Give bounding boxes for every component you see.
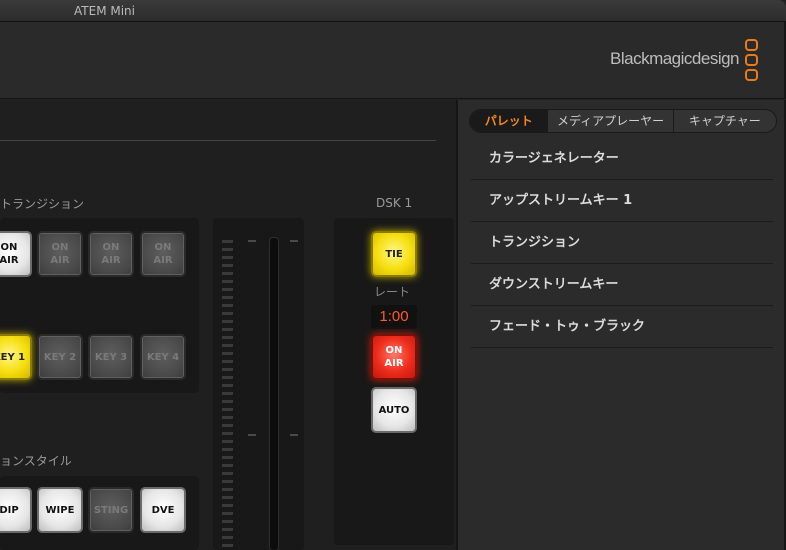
transition-led bbox=[222, 328, 233, 331]
transition-led bbox=[222, 360, 233, 363]
app-header: Blackmagicdesign bbox=[0, 22, 786, 99]
on-air-button-4[interactable]: ON AIR bbox=[140, 231, 186, 277]
transition-led bbox=[222, 264, 233, 267]
transition-led bbox=[222, 432, 233, 435]
palette-item-transition[interactable]: トランジション bbox=[471, 222, 773, 264]
transition-led bbox=[222, 312, 233, 315]
transition-led bbox=[222, 296, 233, 299]
key-4-button[interactable]: KEY 4 bbox=[140, 334, 186, 380]
key-3-button[interactable]: KEY 3 bbox=[88, 334, 134, 380]
palette-item-downstream-key[interactable]: ダウンストリームキー bbox=[471, 264, 773, 306]
transition-led bbox=[222, 416, 233, 419]
transition-led bbox=[222, 472, 233, 475]
transition-led bbox=[222, 304, 233, 307]
transition-led bbox=[222, 480, 233, 483]
palette-item-color-generator[interactable]: カラージェネレーター bbox=[471, 138, 773, 180]
key-1-button[interactable]: KEY 1 bbox=[0, 334, 32, 380]
wipe-button[interactable]: WIPE bbox=[37, 487, 83, 533]
t-bar-fader[interactable] bbox=[270, 238, 278, 550]
dve-button[interactable]: DVE bbox=[140, 487, 186, 533]
transition-led bbox=[222, 400, 233, 403]
transition-led bbox=[222, 456, 233, 459]
transition-led bbox=[222, 464, 233, 467]
transition-led bbox=[222, 248, 233, 251]
t-bar-tick bbox=[248, 434, 256, 436]
t-bar-tick bbox=[290, 240, 298, 242]
palette-item-fade-to-black[interactable]: フェード・トゥ・ブラック bbox=[471, 306, 773, 348]
on-air-button-2[interactable]: ON AIR bbox=[37, 231, 83, 277]
key-2-button[interactable]: KEY 2 bbox=[37, 334, 83, 380]
transition-led bbox=[222, 528, 233, 531]
transition-section-label: トランジション bbox=[0, 197, 85, 211]
transition-led bbox=[222, 368, 233, 371]
dsk-auto-button[interactable]: AUTO bbox=[371, 387, 417, 433]
transition-led bbox=[222, 488, 233, 491]
transition-led bbox=[222, 336, 233, 339]
transition-led bbox=[222, 352, 233, 355]
transition-led bbox=[222, 448, 233, 451]
transition-led bbox=[222, 536, 233, 539]
t-bar-tick bbox=[290, 434, 298, 436]
dsk-tie-button[interactable]: TIE bbox=[371, 231, 417, 277]
dip-button[interactable]: DIP bbox=[0, 487, 32, 533]
transition-led bbox=[222, 272, 233, 275]
blackmagic-logo-icon bbox=[745, 39, 758, 84]
tab-palette[interactable]: パレット bbox=[470, 110, 548, 132]
transition-led bbox=[222, 256, 233, 259]
transition-style-section-label: ョンスタイル bbox=[0, 454, 72, 468]
transition-led bbox=[222, 280, 233, 283]
transition-led bbox=[222, 512, 233, 515]
divider bbox=[0, 140, 436, 141]
tab-capture[interactable]: キャプチャー bbox=[672, 110, 776, 132]
transition-led bbox=[222, 520, 233, 523]
transition-led bbox=[222, 392, 233, 395]
transition-led bbox=[222, 408, 233, 411]
tab-media-player[interactable]: メディアプレーヤー bbox=[547, 110, 672, 132]
transition-led bbox=[222, 240, 233, 243]
palette-item-upstream-key-1[interactable]: アップストリームキー 1 bbox=[471, 180, 773, 222]
transition-led bbox=[222, 344, 233, 347]
transition-led bbox=[222, 544, 233, 547]
dsk-on-air-button[interactable]: ON AIR bbox=[371, 334, 417, 380]
sting-button[interactable]: STING bbox=[88, 487, 134, 533]
transition-led bbox=[222, 320, 233, 323]
transition-led bbox=[222, 504, 233, 507]
transition-led bbox=[222, 424, 233, 427]
on-air-button-3[interactable]: ON AIR bbox=[88, 231, 134, 277]
transition-led bbox=[222, 496, 233, 499]
brand-logo-text: Blackmagicdesign bbox=[610, 49, 740, 68]
title-bar: ATEM Mini bbox=[0, 0, 786, 22]
transition-led bbox=[222, 288, 233, 291]
transition-led bbox=[222, 384, 233, 387]
window-title: ATEM Mini bbox=[74, 4, 135, 18]
dsk-rate-field[interactable]: 1:00 bbox=[371, 305, 417, 329]
transition-led bbox=[222, 440, 233, 443]
sidebar-tabs: パレット メディアプレーヤー キャプチャー bbox=[469, 109, 777, 133]
t-bar-tick bbox=[248, 240, 256, 242]
transition-led bbox=[222, 376, 233, 379]
dsk-rate-label: レート bbox=[373, 285, 410, 299]
palette-sidebar: パレット メディアプレーヤー キャプチャー カラージェネレーター アップストリー… bbox=[456, 100, 786, 550]
switcher-panel: トランジション ON AIR ON AIR ON AIR ON AIR KEY … bbox=[0, 100, 456, 550]
on-air-button-1[interactable]: ON AIR bbox=[0, 231, 32, 277]
dsk-section-label: DSK 1 bbox=[376, 196, 413, 210]
